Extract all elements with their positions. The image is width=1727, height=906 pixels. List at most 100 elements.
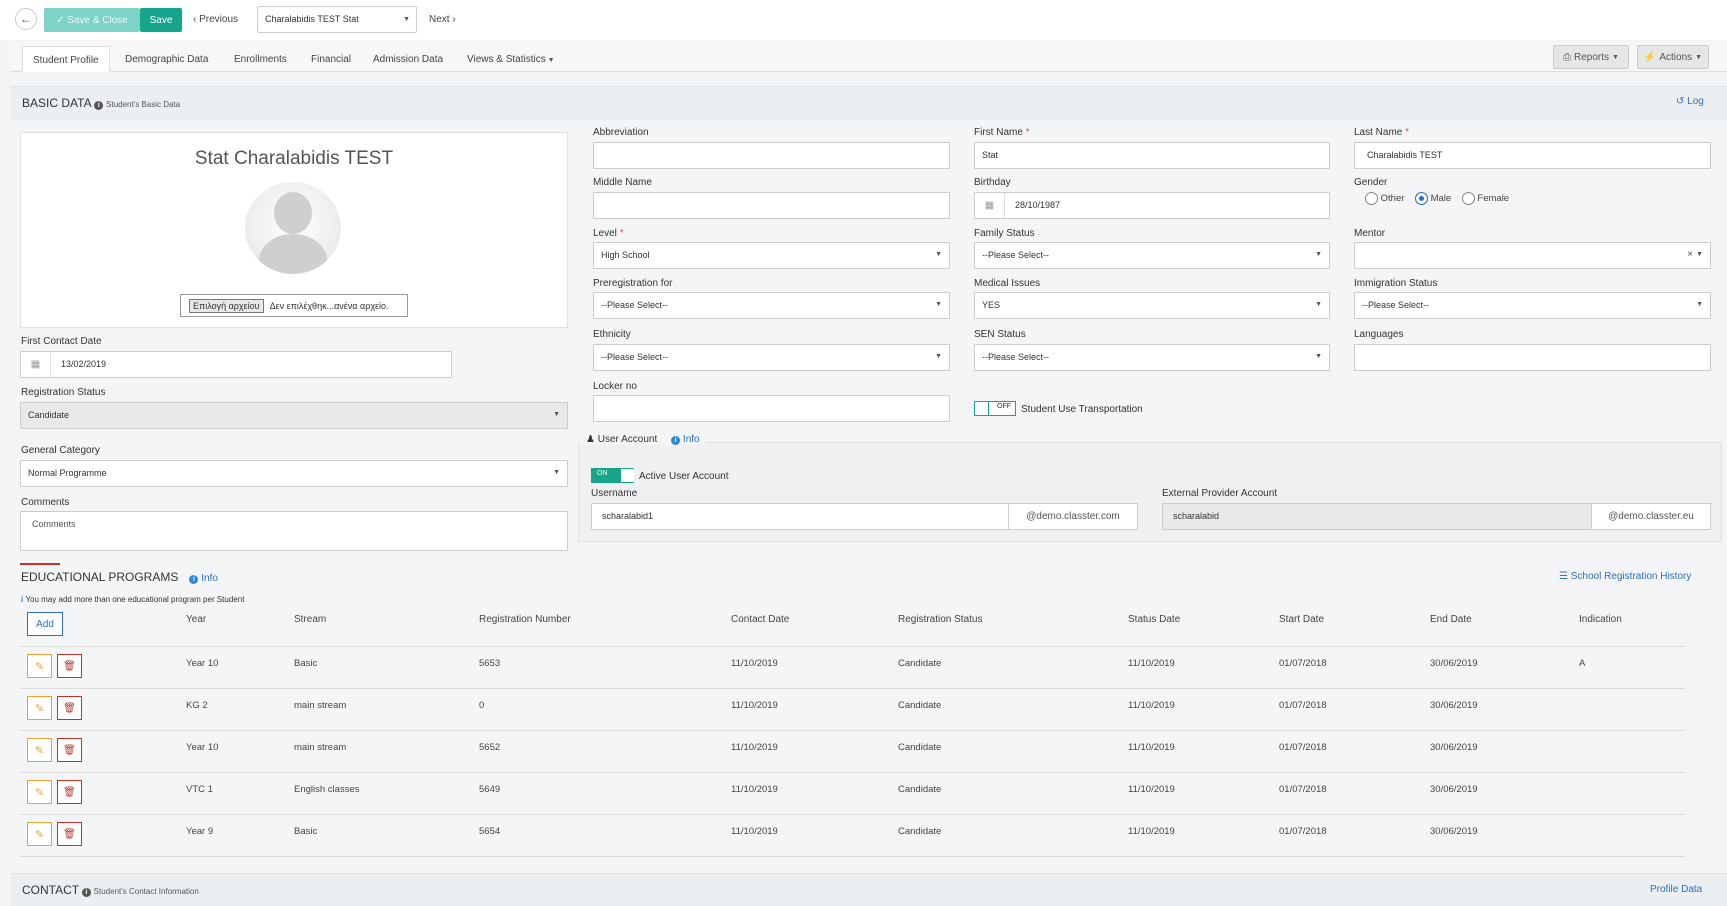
profile-data-link[interactable]: Profile Data bbox=[1650, 884, 1702, 895]
bolt-icon: ⚡ bbox=[1643, 51, 1657, 63]
save-button[interactable]: Save bbox=[140, 8, 182, 32]
gender-radio-male[interactable] bbox=[1414, 192, 1428, 205]
cell-registration-status: Candidate bbox=[898, 700, 942, 711]
chevron-down-icon: ▼ bbox=[935, 251, 942, 258]
ethnicity-select[interactable]: --Please Select-- ▼ bbox=[593, 344, 950, 371]
immigration-status-select[interactable]: --Please Select-- ▼ bbox=[1354, 292, 1711, 319]
reports-button[interactable]: ⎙ Reports ▼ bbox=[1553, 45, 1629, 69]
tab-demographic-data[interactable]: Demographic Data bbox=[125, 46, 208, 72]
info-icon: i bbox=[189, 575, 199, 584]
first-name-input[interactable]: Stat bbox=[974, 142, 1330, 169]
delete-row-button[interactable]: 🗑 bbox=[57, 780, 82, 804]
student-selector[interactable]: Charalabidis TEST Stat ▼ bbox=[257, 6, 417, 33]
school-registration-history-link[interactable]: ☰ School Registration History bbox=[1559, 571, 1691, 582]
contact-title-group: CONTACT i Student's Contact Information bbox=[22, 883, 199, 897]
row-divider bbox=[20, 688, 1685, 689]
chevron-down-icon: ▼ bbox=[1696, 301, 1703, 308]
back-button[interactable]: ← bbox=[15, 8, 37, 30]
column-header-contact-date: Contact Date bbox=[731, 614, 790, 625]
external-provider-label: External Provider Account bbox=[1162, 488, 1278, 499]
photo-file-input[interactable]: Επιλογή αρχείου Δεν επιλέχθηκ...ανένα αρχ… bbox=[180, 294, 408, 317]
last-name-label: Last Name * bbox=[1354, 127, 1410, 138]
cell-start-date: 01/07/2018 bbox=[1279, 826, 1327, 837]
column-header-registration-number: Registration Number bbox=[479, 614, 571, 625]
calendar-icon: ▦ bbox=[975, 193, 1005, 218]
languages-input[interactable] bbox=[1354, 344, 1711, 371]
row-divider bbox=[20, 730, 1685, 731]
chevron-down-icon: ▼ bbox=[403, 16, 410, 23]
delete-row-button[interactable]: 🗑 bbox=[57, 822, 82, 846]
mentor-select[interactable]: × ▼ bbox=[1354, 242, 1711, 269]
log-link[interactable]: ↺ Log bbox=[1676, 96, 1704, 107]
row-divider bbox=[20, 646, 1685, 647]
gender-radio-other[interactable] bbox=[1365, 192, 1378, 205]
edit-row-button[interactable]: ✎ bbox=[27, 654, 52, 678]
cell-year: Year 10 bbox=[186, 658, 219, 669]
cell-stream: Basic bbox=[294, 826, 318, 837]
username-input[interactable]: scharalabid1 bbox=[591, 503, 1009, 530]
general-category-select[interactable]: Normal Programme ▼ bbox=[20, 460, 568, 487]
locker-input[interactable] bbox=[593, 395, 950, 422]
contact-header bbox=[10, 873, 1727, 906]
level-select[interactable]: High School ▼ bbox=[593, 242, 950, 269]
last-name-input[interactable]: Charalabidis TEST bbox=[1354, 142, 1711, 169]
comments-label: Comments bbox=[21, 497, 70, 508]
active-account-toggle[interactable]: ON bbox=[591, 468, 634, 483]
cell-registration-number: 5649 bbox=[479, 784, 501, 795]
medical-issues-select[interactable]: YES ▼ bbox=[974, 292, 1330, 319]
tab-admission-data[interactable]: Admission Data bbox=[373, 46, 443, 72]
mentor-label: Mentor bbox=[1354, 228, 1386, 239]
edit-row-button[interactable]: ✎ bbox=[27, 738, 52, 762]
edit-row-button[interactable]: ✎ bbox=[27, 822, 52, 846]
registration-status-select[interactable]: Candidate ▼ bbox=[20, 402, 568, 429]
general-category-label: General Category bbox=[21, 445, 100, 456]
add-program-button[interactable]: Add bbox=[27, 612, 63, 636]
gender-radio-female[interactable] bbox=[1461, 192, 1475, 205]
transport-toggle[interactable]: OFF bbox=[974, 401, 1016, 416]
caret-down-icon: ▼ bbox=[1612, 53, 1619, 61]
chevron-down-icon: ▼ bbox=[553, 411, 560, 418]
educational-programs-info-link[interactable]: Info bbox=[201, 573, 218, 584]
comments-textarea[interactable]: Comments bbox=[20, 511, 568, 551]
delete-row-button[interactable]: 🗑 bbox=[57, 696, 82, 720]
cell-status-date: 11/10/2019 bbox=[1128, 742, 1175, 753]
tab-financial[interactable]: Financial bbox=[311, 46, 351, 72]
sen-status-select[interactable]: --Please Select-- ▼ bbox=[974, 344, 1330, 371]
history-icon: ↺ bbox=[1676, 96, 1688, 107]
tab-student-profile[interactable]: Student Profile bbox=[22, 46, 110, 72]
clear-icon[interactable]: × bbox=[1687, 249, 1693, 260]
pencil-icon: ✎ bbox=[34, 702, 45, 715]
tab-views-statistics[interactable]: Views & Statistics ▼ bbox=[467, 46, 555, 72]
chevron-down-icon: ▼ bbox=[553, 469, 560, 476]
level-label: Level * bbox=[593, 228, 624, 239]
first-contact-date-input[interactable]: ▦ 13/02/2019 bbox=[20, 351, 452, 378]
row-divider bbox=[20, 856, 1685, 857]
previous-button[interactable]: ‹ Previous bbox=[193, 14, 238, 25]
birthday-input[interactable]: ▦ 28/10/1987 bbox=[974, 192, 1330, 219]
preregistration-select[interactable]: --Please Select-- ▼ bbox=[593, 292, 950, 319]
tab-enrollments[interactable]: Enrollments bbox=[234, 46, 287, 72]
middle-name-input[interactable] bbox=[593, 192, 950, 219]
cell-stream: Basic bbox=[294, 658, 318, 669]
edit-row-button[interactable]: ✎ bbox=[27, 696, 52, 720]
external-provider-input[interactable]: scharalabid bbox=[1162, 503, 1592, 530]
cell-registration-number: 0 bbox=[479, 700, 485, 711]
section-subtitle: Student's Contact Information bbox=[93, 887, 199, 896]
pencil-icon: ✎ bbox=[34, 660, 45, 673]
file-status: Δεν επιλέχθηκ...ανένα αρχείο. bbox=[269, 300, 389, 311]
next-button[interactable]: Next › bbox=[429, 14, 456, 25]
column-header-start-date: Start Date bbox=[1279, 614, 1325, 625]
abbreviation-input[interactable] bbox=[593, 142, 950, 169]
delete-row-button[interactable]: 🗑 bbox=[57, 738, 82, 762]
delete-row-button[interactable]: 🗑 bbox=[57, 654, 82, 678]
user-account-info-link[interactable]: Info bbox=[683, 434, 700, 445]
cell-end-date: 30/06/2019 bbox=[1430, 742, 1478, 753]
cell-registration-status: Candidate bbox=[898, 784, 942, 795]
save-close-button[interactable]: ✓ Save & Close bbox=[44, 8, 140, 32]
edit-row-button[interactable]: ✎ bbox=[27, 780, 52, 804]
basic-data-title-group: BASIC DATA i Student's Basic Data bbox=[22, 96, 180, 110]
family-status-select[interactable]: --Please Select-- ▼ bbox=[974, 242, 1330, 269]
row-divider bbox=[20, 814, 1685, 815]
choose-file-button[interactable]: Επιλογή αρχείου bbox=[189, 298, 264, 313]
actions-button[interactable]: ⚡ Actions ▼ bbox=[1637, 45, 1709, 69]
